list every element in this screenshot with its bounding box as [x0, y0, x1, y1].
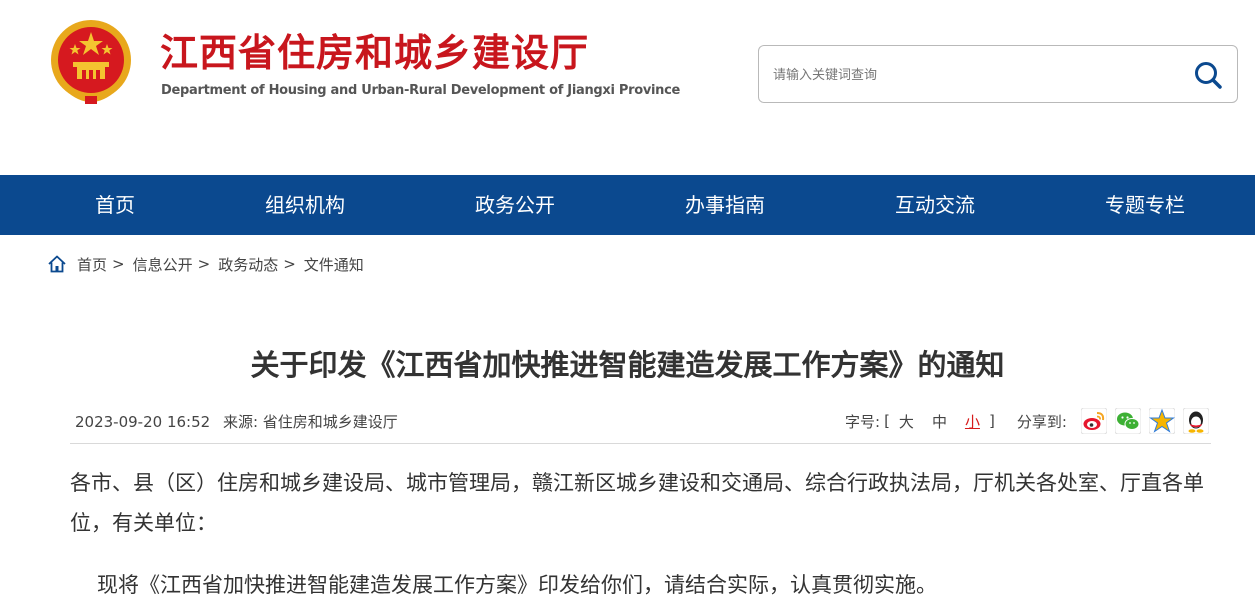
article-body: 各市、县（区）住房和城乡建设局、城市管理局，赣江新区城乡建设和交通局、综合行政执… [70, 463, 1215, 605]
header: 江西省住房和城乡建设厅 Department of Housing and Ur… [0, 0, 1255, 175]
source-label: 来源: [222, 413, 259, 431]
site-subtitle: Department of Housing and Urban-Rural De… [161, 83, 681, 98]
article-paragraph: 现将《江西省加快推进智能建造发展工作方案》印发给你们，请结合实际，认真贯彻实施。 [97, 573, 937, 597]
nav-service-guide[interactable]: 办事指南 [650, 175, 800, 235]
nav-interaction[interactable]: 互动交流 [860, 175, 1010, 235]
article-datetime: 2023-09-20 16:52 [75, 413, 211, 431]
article-paragraph: 各市、县（区）住房和城乡建设局、城市管理局，赣江新区城乡建设和交通局、综合行政执… [70, 471, 1204, 535]
nav-government-affairs[interactable]: 政务公开 [440, 175, 590, 235]
weibo-icon[interactable] [1080, 408, 1107, 434]
site-title: 江西省住房和城乡建设厅 [160, 31, 590, 75]
breadcrumb-separator: > [197, 255, 211, 273]
breadcrumb-separator: > [283, 255, 296, 273]
nav-special-topics[interactable]: 专题专栏 [1070, 175, 1220, 235]
font-size-medium[interactable]: 中 [932, 411, 947, 432]
article-title: 关于印发《江西省加快推进智能建造发展工作方案》的通知 [250, 348, 1005, 382]
search-box [758, 45, 1238, 103]
home-icon[interactable] [47, 254, 67, 274]
font-size-bracket-close: ] [988, 412, 995, 430]
divider [70, 443, 1211, 444]
article-meta: 2023-09-20 16:52 来源: 省住房和城乡建设厅 [75, 411, 398, 432]
breadcrumb-home[interactable]: 首页 [77, 254, 107, 275]
breadcrumb-government-news[interactable]: 政务动态 [218, 254, 278, 275]
article-source: 省住房和城乡建设厅 [262, 413, 398, 431]
main-nav: 首页 组织机构 政务公开 办事指南 互动交流 专题专栏 [0, 175, 1255, 235]
font-size-large[interactable]: 大 [899, 411, 914, 432]
wechat-icon[interactable] [1114, 408, 1141, 434]
breadcrumb: 首页 > 信息公开 > 政务动态 > 文件通知 [47, 252, 364, 276]
search-icon[interactable] [1193, 60, 1223, 90]
nav-organization[interactable]: 组织机构 [230, 175, 380, 235]
font-size-bracket-open: [ [884, 412, 890, 430]
search-input[interactable] [771, 62, 1175, 88]
font-size-label: 字号: [845, 412, 881, 431]
breadcrumb-notices[interactable]: 文件通知 [304, 254, 364, 275]
national-emblem-icon [51, 20, 131, 104]
font-size-small[interactable]: 小 [965, 411, 980, 432]
breadcrumb-info-disclosure[interactable]: 信息公开 [133, 254, 193, 275]
share-label: 分享到: [1016, 412, 1067, 431]
nav-home[interactable]: 首页 [40, 175, 190, 235]
breadcrumb-separator: > [112, 255, 125, 273]
qq-icon[interactable] [1182, 408, 1209, 434]
qzone-icon[interactable] [1148, 408, 1175, 434]
article-tools: 字号: [ 大 中 小 ] 分享到: [845, 406, 1217, 436]
